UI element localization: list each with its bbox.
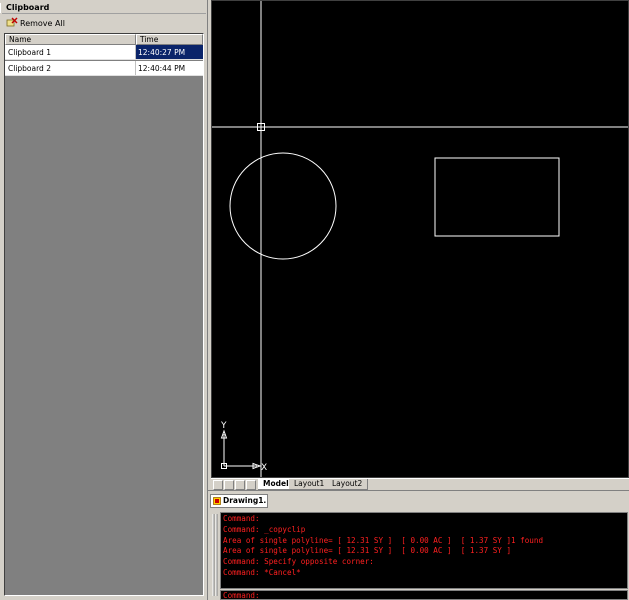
tab-layout2[interactable]: Layout2 [327,479,369,490]
previous-layout-button[interactable] [224,480,234,490]
next-layout-button[interactable] [235,480,245,490]
column-header-name[interactable]: Name [5,34,136,45]
document-tab[interactable]: Drawing1... [210,494,268,508]
command-window: Command: Command: _copyclip Area of single… [208,510,629,600]
tab-layout1[interactable]: Layout1 [289,479,331,490]
command-window-grip[interactable] [210,512,218,598]
row-name-cell: Clipboard 1 [5,45,136,59]
table-row[interactable]: Clipboard 2 12:40:44 PM [5,61,203,76]
app-window: Clipboard Remove All Name Time Clipboard… [0,0,629,600]
clipboard-panel: Clipboard Remove All Name Time Clipboard… [0,0,208,600]
command-line: Area of single polyline= [ 12.31 SY ] [ … [223,546,512,556]
row-name-cell: Clipboard 2 [5,61,136,75]
row-time-cell: 12:40:44 PM [138,64,186,73]
drawing-canvas[interactable]: Y X [211,0,629,478]
command-line: Command: Specify opposite corner: [223,557,374,567]
ucs-icon: Y X [220,421,267,473]
command-input[interactable]: Command: [220,590,628,600]
table-row[interactable]: Clipboard 1 12:40:27 PM [5,45,203,60]
command-line: Command: _copyclip [223,524,306,534]
command-line: Area of single polyline= [ 12.31 SY ] [ … [223,535,544,545]
panel-toolbar: Remove All [2,15,206,31]
eraser-icon [6,17,18,29]
panel-title: Clipboard [2,2,206,14]
row-time-cell: 12:40:27 PM [136,45,203,59]
remove-all-label: Remove All [20,18,65,28]
command-line: Command: [223,514,260,523]
circle-entity[interactable] [229,152,337,260]
column-header-time[interactable]: Time [136,34,203,45]
last-layout-button[interactable] [246,480,256,490]
remove-all-button[interactable]: Remove All [5,16,68,30]
clipboard-list[interactable]: Name Time Clipboard 1 12:40:27 PM Clipbo… [4,33,204,596]
rectangle-entity[interactable] [434,157,560,237]
first-layout-button[interactable] [213,480,223,490]
document-tab-strip: Drawing1... [208,490,629,510]
command-history: Command: Command: _copyclip Area of single… [220,512,628,589]
document-tab-label: Drawing1... [223,496,268,505]
list-header: Name Time [5,34,203,45]
drawing-svg: Y X [212,1,628,477]
layout-tabs: Model Layout1 Layout2 [211,478,629,490]
command-line: Command: *Cancel* [223,567,301,577]
ucs-y-label: Y [220,421,227,431]
ucs-x-label: X [261,463,267,473]
drawing-file-icon [213,497,221,505]
